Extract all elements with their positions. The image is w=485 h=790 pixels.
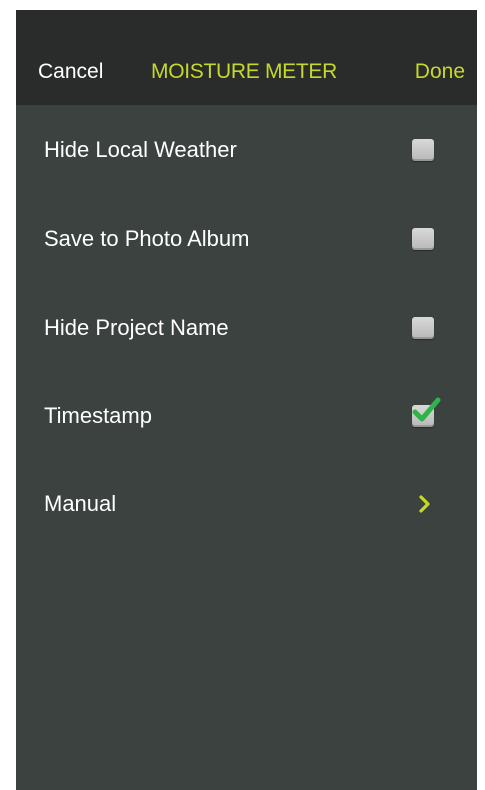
setting-row-save-to-photo-album[interactable]: Save to Photo Album xyxy=(16,209,477,269)
setting-row-timestamp[interactable]: Timestamp xyxy=(16,386,477,446)
page-title: MOISTURE METER xyxy=(151,60,337,83)
save-to-photo-album-checkbox[interactable] xyxy=(412,228,434,250)
setting-row-manual[interactable]: Manual xyxy=(16,474,477,534)
setting-row-hide-local-weather[interactable]: Hide Local Weather xyxy=(16,120,477,180)
setting-row-hide-project-name[interactable]: Hide Project Name xyxy=(16,298,477,358)
checkmark-icon xyxy=(412,397,441,422)
hide-local-weather-checkbox[interactable] xyxy=(412,139,434,161)
setting-label: Save to Photo Album xyxy=(44,226,250,251)
settings-screen: Cancel MOISTURE METER Done Hide Local We… xyxy=(16,10,477,790)
setting-label: Hide Project Name xyxy=(44,315,229,340)
done-button[interactable]: Done xyxy=(415,60,465,84)
timestamp-checkbox[interactable] xyxy=(412,397,441,427)
setting-label: Timestamp xyxy=(44,403,152,428)
cancel-button[interactable]: Cancel xyxy=(38,60,103,84)
setting-label: Hide Local Weather xyxy=(44,137,237,162)
chevron-right-icon[interactable] xyxy=(418,495,432,513)
setting-label: Manual xyxy=(44,491,117,516)
navigation-bar: Cancel MOISTURE METER Done xyxy=(16,10,477,105)
hide-project-name-checkbox[interactable] xyxy=(412,317,434,339)
